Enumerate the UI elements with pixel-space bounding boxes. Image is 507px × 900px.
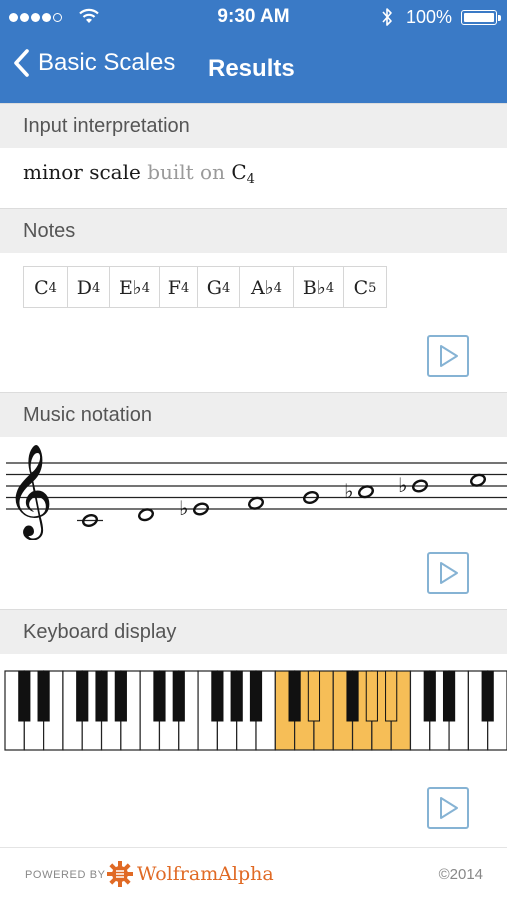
note-cell: E♭ 4 — [110, 267, 160, 307]
powered-by-label: POWERED BY — [25, 869, 106, 881]
play-button-keyboard[interactable] — [427, 787, 469, 829]
note-octave: 4 — [180, 280, 190, 296]
note-name: E♭ — [118, 277, 142, 299]
navigation-bar: Basic Scales Results — [0, 46, 507, 92]
flat-sign: ♭ — [398, 473, 407, 497]
black-key — [114, 670, 127, 722]
black-key — [307, 670, 321, 722]
note-head-C5 — [470, 473, 486, 487]
play-icon — [440, 797, 458, 819]
black-key — [230, 670, 243, 722]
note-name: C — [353, 277, 369, 299]
black-key — [95, 670, 108, 722]
pod-header-notation: Music notation — [0, 392, 507, 437]
note-cell: C4 — [24, 267, 68, 307]
note-cell: D4 — [68, 267, 110, 307]
black-key — [385, 670, 398, 722]
black-key — [346, 670, 359, 722]
note-octave: 4 — [141, 280, 151, 296]
note-octave: 4 — [91, 280, 101, 296]
wolfram-star-icon — [107, 861, 133, 887]
play-icon — [440, 562, 458, 584]
note-octave: 4 — [48, 280, 57, 296]
note-name: F — [167, 277, 181, 299]
note-cell: A♭ 4 — [240, 267, 294, 307]
note-cell: B♭ 4 — [294, 267, 344, 307]
black-key — [442, 670, 456, 722]
pod-header-notes: Notes — [0, 208, 507, 253]
pod-header-keyboard: Keyboard display — [0, 609, 507, 654]
black-key — [423, 670, 436, 722]
back-button[interactable]: Basic Scales — [12, 48, 175, 78]
interp-connector: built on — [147, 160, 225, 184]
play-button-notes[interactable] — [427, 335, 469, 377]
black-key — [18, 670, 31, 722]
flat-sign: ♭ — [179, 496, 188, 520]
bluetooth-icon — [382, 8, 392, 26]
black-key — [249, 670, 263, 722]
footer: POWERED BY WolframAlpha ©2014 — [0, 847, 507, 900]
black-key — [153, 670, 166, 722]
note-octave: 4 — [325, 280, 335, 296]
copyright: ©2014 — [438, 866, 483, 883]
black-key — [211, 670, 224, 722]
battery-percentage: 100% — [406, 7, 453, 27]
note-head-F4 — [248, 496, 264, 510]
back-button-label: Basic Scales — [38, 49, 176, 76]
note-name: A♭ — [251, 277, 274, 299]
pod-header-input: Input interpretation — [0, 103, 507, 148]
black-key — [481, 670, 494, 722]
page-title: Results — [208, 55, 295, 82]
black-key — [37, 670, 50, 722]
status-bar: 9:30 AM 100% — [0, 0, 507, 36]
wolframalpha-logo-text: WolframAlpha — [137, 863, 274, 885]
note-octave: 4 — [221, 280, 231, 296]
interp-note-octave: 4 — [246, 172, 255, 187]
chevron-left-icon — [14, 49, 29, 77]
note-octave: 4 — [273, 280, 282, 296]
piano-keyboard — [4, 670, 507, 751]
music-staff: 𝄞 ♭ ♭ ♭ — [6, 443, 507, 540]
play-icon — [440, 345, 458, 367]
treble-clef-icon: 𝄞 — [6, 443, 53, 540]
black-key — [288, 670, 301, 722]
note-head-D4 — [138, 508, 154, 522]
play-button-notation[interactable] — [427, 552, 469, 594]
app-header: 9:30 AM 100% Basic Scales Results — [0, 0, 507, 103]
note-octave: 5 — [368, 280, 377, 296]
battery-tip — [498, 15, 501, 21]
note-cell: F4 — [160, 267, 198, 307]
note-name: G — [206, 277, 222, 299]
battery-icon — [461, 10, 497, 25]
note-cell: C5 — [344, 267, 386, 307]
black-key — [365, 670, 378, 722]
black-key — [172, 670, 185, 722]
notes-table: C 4 D 4 E♭ 4 F 4 G 4 A♭ 4 B♭ 4 C 5 — [23, 266, 387, 308]
flat-sign: ♭ — [344, 479, 353, 503]
input-interpretation-text: minor scale built on C4 — [23, 160, 255, 187]
note-cell: G4 — [198, 267, 240, 307]
note-head-A4 — [358, 485, 374, 499]
note-name: C — [34, 277, 49, 299]
note-name: B♭ — [302, 277, 326, 299]
note-name: D — [76, 277, 92, 299]
interp-note: C — [231, 160, 247, 184]
black-key — [76, 670, 89, 722]
interp-main: minor scale — [23, 160, 141, 184]
